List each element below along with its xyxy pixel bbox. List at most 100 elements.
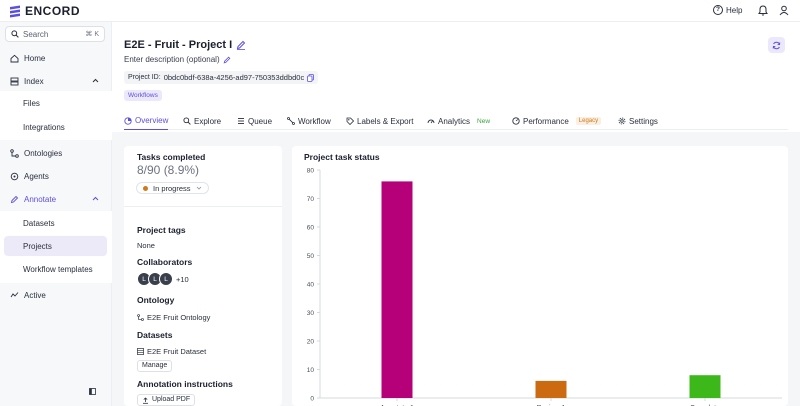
status-dropdown[interactable]: In progress (136, 182, 209, 194)
upload-pdf-label: Upload PDF (152, 396, 191, 403)
y-tick-label: 60 (307, 225, 315, 232)
search-input[interactable]: Search ⌘ K (5, 26, 105, 42)
tab-label: Explore (194, 116, 222, 126)
project-id-value: 0bdc0bdf-638a-4256-ad97-750353ddbd0c (163, 73, 305, 82)
sidebar: Search ⌘ K Home Index Files Integrations… (0, 22, 112, 406)
y-tick-label: 10 (307, 367, 315, 374)
tasks-completed-heading: Tasks completed (137, 152, 206, 162)
sidebar-item-label: Annotate (24, 194, 57, 204)
sidebar-item-home[interactable]: Home (4, 49, 107, 67)
brand-logo[interactable]: ENCORD (8, 3, 80, 19)
bar-annotate-1 (381, 181, 413, 398)
notifications-bell-icon[interactable] (758, 5, 768, 16)
agents-icon (10, 172, 19, 180)
dataset-link[interactable]: E2E Fruit Dataset (137, 347, 206, 356)
project-task-status-panel: Project task status 01020304050607080Ann… (292, 146, 788, 406)
ontology-name: E2E Fruit Ontology (147, 313, 211, 322)
ontology-link[interactable]: E2E Fruit Ontology (137, 313, 210, 322)
project-description[interactable]: Enter description (optional) (124, 55, 231, 64)
ontologies-icon (10, 148, 19, 158)
copy-icon[interactable] (307, 73, 315, 82)
tab-settings[interactable]: Settings (618, 112, 658, 130)
divider (124, 206, 282, 207)
index-subgroup: Files Integrations (0, 91, 112, 140)
ontology-heading: Ontology (137, 295, 175, 305)
y-tick-label: 80 (307, 168, 315, 175)
tab-label: Settings (629, 116, 658, 126)
overview-content: Tasks completed 8/90 (8.9%) In progress … (112, 132, 800, 406)
brand-name: ENCORD (25, 4, 81, 18)
project-tags-value: None (137, 241, 155, 250)
tab-label: Workflow (298, 116, 331, 126)
collapse-sidebar-icon[interactable] (89, 388, 96, 395)
collaborators-avatars[interactable]: L L L +10 (137, 272, 189, 286)
sidebar-item-annotate[interactable]: Annotate (4, 190, 107, 208)
manage-datasets-button[interactable]: Manage (137, 360, 173, 372)
tab-performance[interactable]: Performance Legacy (512, 112, 602, 130)
upload-icon (143, 396, 148, 404)
dataset-table-icon (137, 348, 144, 355)
project-id-chip: Project ID: 0bdc0bdf-638a-4256-ad97-7503… (124, 71, 319, 84)
sidebar-item-workflow-templates[interactable]: Workflow templates (4, 259, 107, 279)
project-title: E2E - Fruit - Project I (124, 39, 246, 51)
chevron-down-icon (196, 186, 201, 190)
help-label: Help (726, 5, 743, 15)
tab-labels-export[interactable]: Labels & Export (346, 112, 413, 130)
main-content: E2E - Fruit - Project I Enter descriptio… (112, 22, 800, 406)
sidebar-item-datasets[interactable]: Datasets (4, 213, 107, 233)
y-tick-label: 70 (307, 196, 315, 203)
datasets-heading: Datasets (137, 330, 173, 340)
user-profile-icon[interactable] (779, 5, 789, 16)
workflow-icon (287, 117, 295, 125)
explore-icon (183, 117, 191, 125)
sidebar-item-ontologies[interactable]: Ontologies (4, 144, 107, 162)
home-icon (10, 54, 19, 62)
search-icon (11, 30, 19, 38)
legacy-badge: Legacy (575, 117, 602, 125)
sidebar-item-files[interactable]: Files (4, 93, 107, 113)
help-icon: ? (713, 5, 723, 15)
search-placeholder: Search (23, 29, 49, 39)
gear-icon (618, 117, 626, 125)
project-summary-panel: Tasks completed 8/90 (8.9%) In progress … (124, 146, 282, 406)
upload-pdf-button[interactable]: Upload PDF (137, 394, 196, 406)
sidebar-item-label: Home (24, 53, 46, 63)
sidebar-item-integrations[interactable]: Integrations (4, 117, 107, 137)
sidebar-item-agents[interactable]: Agents (4, 167, 107, 185)
project-id-label: Project ID: (128, 74, 161, 81)
workflows-badge: Workflows (124, 90, 162, 101)
project-tabs: Overview Explore Queue Workflow Labels &… (124, 110, 788, 130)
tab-label: Analytics (438, 116, 471, 126)
tab-label: Queue (248, 116, 273, 126)
annotation-instructions-heading: Annotation instructions (137, 379, 233, 389)
search-shortcut: ⌘ K (85, 31, 99, 38)
y-tick-label: 50 (307, 253, 315, 260)
sidebar-item-label: Agents (24, 171, 49, 181)
tab-overview[interactable]: Overview (124, 112, 169, 130)
tasks-completed-count: 8/90 (8.9%) (137, 163, 200, 177)
sidebar-item-active[interactable]: Active (4, 286, 107, 304)
sidebar-item-projects[interactable]: Projects (4, 236, 107, 256)
chevron-up-icon[interactable] (92, 195, 99, 202)
ontology-icon (137, 314, 144, 321)
more-collaborators-count[interactable]: +10 (176, 275, 189, 284)
tab-workflow[interactable]: Workflow (287, 112, 331, 130)
sidebar-item-index[interactable]: Index (4, 72, 107, 90)
edit-description-pencil-icon[interactable] (223, 56, 231, 64)
refresh-button[interactable] (768, 37, 785, 53)
tab-explore[interactable]: Explore (183, 112, 221, 130)
tab-queue[interactable]: Queue (237, 112, 272, 130)
avatar[interactable]: L (159, 272, 173, 286)
tab-label: Overview (135, 116, 169, 125)
collaborators-heading: Collaborators (137, 257, 193, 267)
bar-review-1 (535, 380, 567, 398)
chevron-up-icon[interactable] (92, 77, 99, 84)
help-button[interactable]: ? Help (713, 5, 742, 15)
queue-icon (238, 118, 244, 124)
new-badge: New (477, 117, 491, 125)
tab-analytics[interactable]: Analytics New (427, 112, 490, 130)
active-icon (10, 291, 19, 297)
refresh-icon (772, 41, 781, 49)
annotate-icon (10, 195, 19, 203)
edit-title-pencil-icon[interactable] (236, 40, 246, 50)
